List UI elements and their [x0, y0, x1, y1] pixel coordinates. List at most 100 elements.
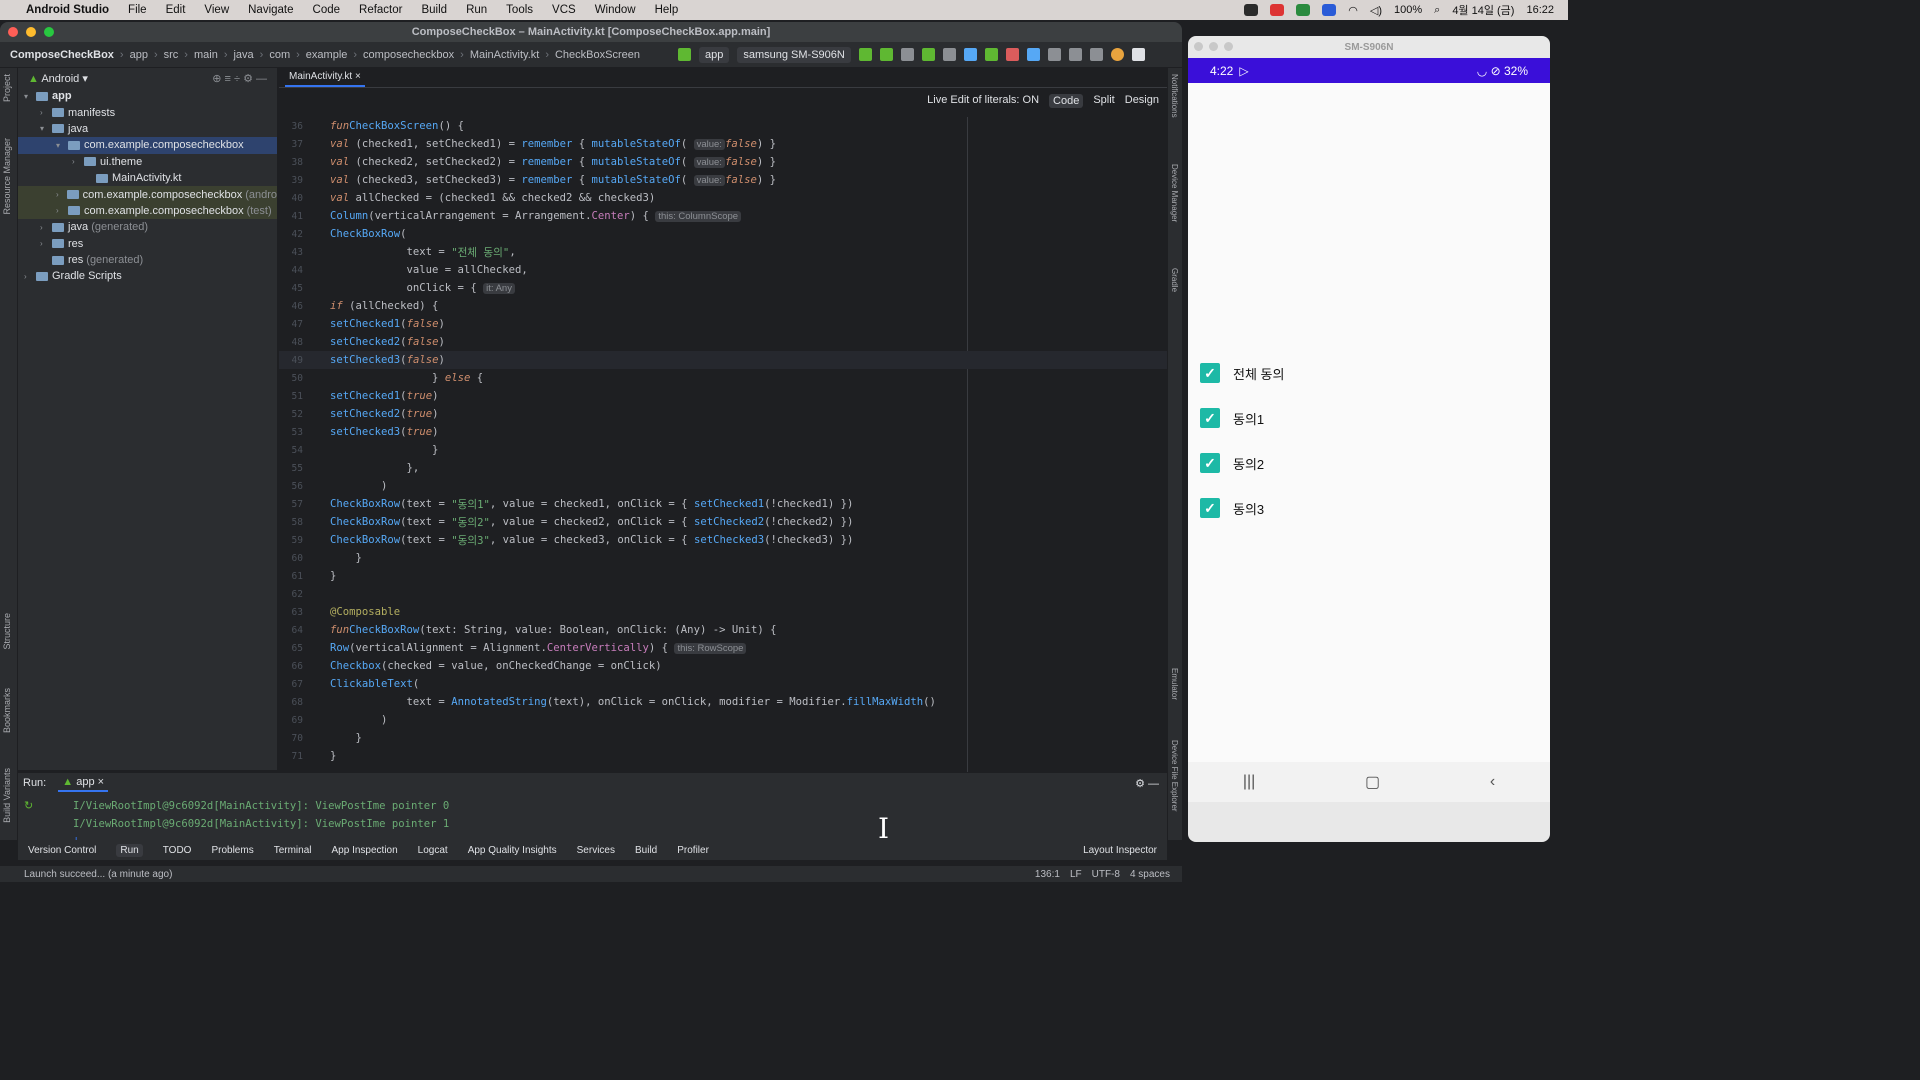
- code-line[interactable]: 47 setChecked1(false): [279, 315, 1167, 333]
- breadcrumb-item[interactable]: app: [130, 49, 148, 61]
- breadcrumb-item[interactable]: ComposeCheckBox: [10, 49, 114, 61]
- tool-bookmarks[interactable]: Bookmarks: [2, 688, 12, 733]
- menu-window[interactable]: Window: [595, 4, 636, 16]
- run-icon[interactable]: [858, 48, 872, 61]
- bottom-tool-app-inspection[interactable]: App Inspection: [332, 845, 398, 856]
- tree-node[interactable]: ▾ app: [18, 88, 277, 104]
- settings-icon[interactable]: [1131, 48, 1145, 61]
- bottom-tool-todo[interactable]: TODO: [163, 845, 192, 856]
- code-line[interactable]: 48 setChecked2(false): [279, 333, 1167, 351]
- rerun-icon[interactable]: ↻: [24, 799, 33, 812]
- tree-node[interactable]: › res: [18, 236, 277, 252]
- tree-node[interactable]: MainActivity.kt: [18, 170, 277, 186]
- zoom-window-button[interactable]: [44, 27, 54, 37]
- search-icon[interactable]: ⌕: [1434, 4, 1440, 17]
- check-icon[interactable]: ✓: [1200, 363, 1220, 383]
- menu-refactor[interactable]: Refactor: [359, 4, 402, 16]
- code-line[interactable]: 63 @Composable: [279, 603, 1167, 621]
- code-line[interactable]: 50 } else {: [279, 369, 1167, 387]
- bottom-tool-version-control[interactable]: Version Control: [28, 845, 96, 856]
- run-tab-app[interactable]: ▲ app ×: [58, 774, 109, 792]
- checkbox-row-all[interactable]: ✓ 전체 동의: [1200, 363, 1284, 383]
- code-line[interactable]: 71}: [279, 747, 1167, 765]
- build-icon[interactable]: [677, 48, 691, 61]
- code-line[interactable]: 45 onClick = { it: Any: [279, 279, 1167, 297]
- mode-code[interactable]: Code: [1049, 94, 1084, 108]
- tool-project[interactable]: Project: [2, 74, 12, 102]
- tool-resource-manager[interactable]: Resource Manager: [2, 138, 12, 215]
- breadcrumb-item[interactable]: main: [194, 49, 218, 61]
- tool-gradle[interactable]: Gradle: [1170, 268, 1179, 292]
- debug-icon[interactable]: [921, 48, 935, 61]
- tab-mainactivity[interactable]: MainActivity.kt ×: [285, 68, 365, 87]
- menu-code[interactable]: Code: [313, 4, 341, 16]
- tree-node[interactable]: ▾ com.example.composecheckbox: [18, 137, 277, 154]
- code-line[interactable]: 68 text = AnnotatedString (text), onClick…: [279, 693, 1167, 711]
- check-icon[interactable]: ✓: [1200, 453, 1220, 473]
- status-icon[interactable]: [1322, 4, 1337, 16]
- recents-button[interactable]: |||: [1243, 773, 1255, 791]
- checkbox-row-2[interactable]: ✓ 동의2: [1200, 453, 1264, 473]
- code-line[interactable]: 49 setChecked3(false): [279, 351, 1167, 369]
- bottom-tool-problems[interactable]: Problems: [211, 845, 253, 856]
- profile-icon[interactable]: [963, 48, 977, 61]
- code-line[interactable]: 52 setChecked2(true): [279, 405, 1167, 423]
- checkbox-label[interactable]: 동의3: [1233, 499, 1264, 518]
- menu-build[interactable]: Build: [421, 4, 447, 16]
- bottom-tool-app-quality-insights[interactable]: App Quality Insights: [468, 845, 557, 856]
- menu-app[interactable]: Android Studio: [26, 4, 109, 16]
- update-icon[interactable]: [1110, 48, 1124, 61]
- code-line[interactable]: 43 text = "전체 동의",: [279, 243, 1167, 261]
- code-line[interactable]: 69 ): [279, 711, 1167, 729]
- indent-setting[interactable]: 4 spaces: [1130, 869, 1170, 880]
- breadcrumb-item[interactable]: MainActivity.kt: [470, 49, 539, 61]
- tool-build-variants[interactable]: Build Variants: [2, 768, 12, 823]
- menu-navigate[interactable]: Navigate: [248, 4, 293, 16]
- tree-node[interactable]: › Gradle Scripts: [18, 268, 277, 284]
- apply-changes-icon[interactable]: [879, 48, 893, 61]
- device-select[interactable]: samsung SM-S906N: [737, 46, 851, 63]
- breadcrumb-item[interactable]: src: [164, 49, 179, 61]
- checkbox-row-1[interactable]: ✓ 동의1: [1200, 408, 1264, 428]
- code-line[interactable]: 70 }: [279, 729, 1167, 747]
- code-line[interactable]: 42 CheckBoxRow(: [279, 225, 1167, 243]
- checkbox-row-3[interactable]: ✓ 동의3: [1200, 498, 1264, 518]
- menu-run[interactable]: Run: [466, 4, 487, 16]
- live-edit-toggle[interactable]: Live Edit of literals: ON: [927, 94, 1039, 108]
- tool-device-manager[interactable]: Device Manager: [1170, 164, 1179, 222]
- code-line[interactable]: 44 value = allChecked,: [279, 261, 1167, 279]
- sync-icon[interactable]: [900, 48, 914, 61]
- line-separator[interactable]: LF: [1070, 869, 1082, 880]
- code-line[interactable]: 59 CheckBoxRow (text = "동의3", value = che…: [279, 531, 1167, 549]
- code-line[interactable]: 38 val (checked2, setChecked2) = remembe…: [279, 153, 1167, 171]
- status-icon[interactable]: [1244, 4, 1259, 16]
- bottom-tool-layout-inspector[interactable]: Layout Inspector: [1083, 845, 1157, 856]
- device-mirror-icon[interactable]: [1026, 48, 1040, 61]
- code-line[interactable]: 53 setChecked3(true): [279, 423, 1167, 441]
- bottom-tool-run[interactable]: Run: [116, 843, 143, 857]
- checkbox-label[interactable]: 전체 동의: [1233, 364, 1284, 383]
- bottom-tool-profiler[interactable]: Profiler: [677, 845, 709, 856]
- tool-device-file-explorer[interactable]: Device File Explorer: [1170, 740, 1179, 812]
- avd-icon[interactable]: [1047, 48, 1061, 61]
- caret-position[interactable]: 136:1: [1035, 869, 1060, 880]
- breadcrumb-item[interactable]: java: [233, 49, 253, 61]
- status-icon[interactable]: [1270, 4, 1285, 16]
- tree-node[interactable]: › java (generated): [18, 219, 277, 235]
- back-button[interactable]: ‹: [1490, 773, 1495, 791]
- code-line[interactable]: 65 Row (verticalAlignment = Alignment. Cen…: [279, 639, 1167, 657]
- status-icon[interactable]: [1296, 4, 1311, 16]
- code-line[interactable]: 36 fun CheckBoxScreen() {: [279, 117, 1167, 135]
- run-config-select[interactable]: app: [698, 46, 730, 63]
- close-window-button[interactable]: [8, 27, 18, 37]
- settings-icon[interactable]: ⚙ —: [1135, 777, 1159, 790]
- menu-file[interactable]: File: [128, 4, 147, 16]
- menu-edit[interactable]: Edit: [166, 4, 186, 16]
- code-line[interactable]: 41 Column (verticalArrangement = Arrangem…: [279, 207, 1167, 225]
- tree-node[interactable]: › com.example.composecheckbox (andro: [18, 186, 277, 203]
- code-line[interactable]: 39 val (checked3, setChecked3) = remembe…: [279, 171, 1167, 189]
- menu-tools[interactable]: Tools: [506, 4, 533, 16]
- code-line[interactable]: 60 }: [279, 549, 1167, 567]
- breadcrumb-item[interactable]: com: [269, 49, 290, 61]
- bottom-tool-terminal[interactable]: Terminal: [274, 845, 312, 856]
